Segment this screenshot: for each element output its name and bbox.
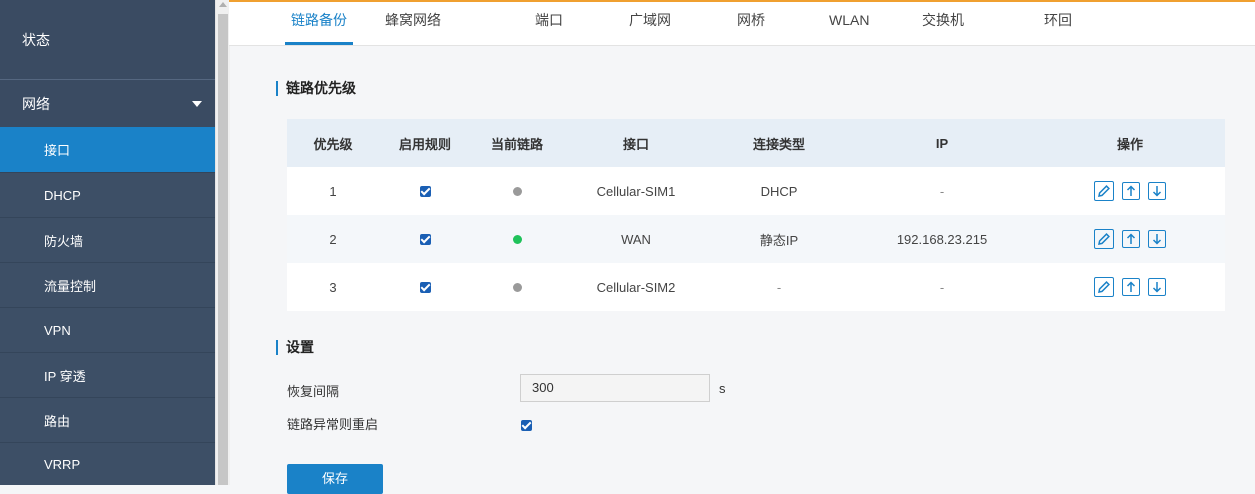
actions-cell [1035, 167, 1225, 215]
caret-down-icon [192, 100, 202, 107]
sidebar-item-label: IP 穿透 [44, 368, 86, 384]
sidebar-item-network[interactable]: 网络 [0, 80, 215, 127]
sidebar-item-label: 网络 [22, 95, 50, 112]
table-row: 3 Cellular-SIM2 - - [287, 263, 1225, 311]
sidebar: 状态 网络 接口 DHCP 防火墙 流量控制 VPN IP 穿透 路由 VRRP [0, 0, 215, 485]
priority-cell: 2 [329, 231, 337, 247]
enable-rule-cell [379, 263, 471, 311]
move-down-icon[interactable] [1148, 278, 1166, 296]
column-header-actions: 操作 [1116, 136, 1143, 152]
tab-bridge[interactable]: 网桥 [737, 2, 765, 45]
column-header-interface: 接口 [622, 136, 649, 152]
recovery-interval-input[interactable]: 300 [520, 374, 710, 402]
move-up-icon[interactable] [1122, 182, 1140, 200]
current-link-cell [471, 215, 563, 263]
interface-cell: WAN [621, 231, 651, 247]
priority-cell: 1 [329, 183, 337, 199]
link-status-dot-icon [512, 282, 522, 292]
tab-cellular[interactable]: 蜂窝网络 [385, 2, 441, 45]
actions-cell [1035, 215, 1225, 263]
ip-cell: - [939, 183, 945, 199]
column-header-ip: IP [935, 135, 949, 151]
table-row: 1 Cellular-SIM1 DHCP - [287, 167, 1225, 215]
move-down-icon[interactable] [1148, 182, 1166, 200]
link-status-dot-icon [512, 186, 522, 196]
tab-wan[interactable]: 广域网 [629, 2, 671, 45]
sidebar-item-routing[interactable]: 路由 [0, 397, 215, 442]
sidebar-item-dhcp[interactable]: DHCP [0, 172, 215, 217]
column-header-priority: 优先级 [313, 136, 353, 152]
sidebar-item-ip-passthrough[interactable]: IP 穿透 [0, 352, 215, 397]
column-header-enable-rule: 启用规则 [398, 136, 451, 152]
sidebar-item-label: 流量控制 [44, 278, 97, 294]
edit-icon[interactable] [1094, 229, 1114, 249]
table-header: 优先级 启用规则 当前链路 接口 连接类型 IP 操作 [287, 119, 1225, 167]
move-down-icon[interactable] [1148, 230, 1166, 248]
current-link-cell [471, 263, 563, 311]
scroll-up-arrow-icon[interactable] [219, 2, 227, 7]
enable-rule-checkbox[interactable] [419, 281, 431, 293]
sidebar-item-label: VPN [44, 322, 71, 338]
sidebar-item-label: 接口 [44, 143, 71, 158]
move-up-icon[interactable] [1122, 230, 1140, 248]
scrollbar-thumb[interactable] [218, 14, 228, 485]
link-status-dot-icon [512, 234, 522, 244]
tab-link-backup[interactable]: 链路备份 [285, 2, 353, 45]
link-priority-title: 链路优先级 [276, 81, 356, 96]
interface-cell: Cellular-SIM2 [596, 279, 676, 295]
sidebar-scrollbar[interactable] [215, 0, 230, 485]
actions-cell [1035, 263, 1225, 311]
sidebar-item-status[interactable]: 状态 [0, 0, 215, 79]
connection-type-cell: DHCP [760, 183, 798, 199]
edit-icon[interactable] [1094, 277, 1114, 297]
reboot-on-failure-checkbox[interactable] [521, 420, 532, 431]
connection-type-cell: 静态IP [759, 232, 799, 248]
table-row: 2 WAN 静态IP 192.168.23.215 [287, 215, 1225, 263]
column-header-current-link: 当前链路 [490, 136, 543, 152]
enable-rule-cell [379, 215, 471, 263]
enable-rule-cell [379, 167, 471, 215]
sidebar-item-label: 防火墙 [44, 233, 84, 249]
enable-rule-checkbox[interactable] [419, 233, 431, 245]
sidebar-item-vrrp[interactable]: VRRP [0, 442, 215, 485]
enable-rule-checkbox[interactable] [419, 185, 431, 197]
sidebar-item-interface[interactable]: 接口 [0, 127, 215, 172]
sidebar-item-label: 路由 [44, 413, 71, 429]
save-button[interactable]: 保存 [287, 464, 383, 494]
tab-loopback[interactable]: 环回 [1044, 2, 1072, 45]
sidebar-item-traffic-control[interactable]: 流量控制 [0, 262, 215, 307]
settings-title: 设置 [276, 340, 314, 355]
recovery-interval-unit: s [719, 381, 726, 396]
sidebar-item-firewall[interactable]: 防火墙 [0, 217, 215, 262]
reboot-on-failure-label: 链路异常则重启 [287, 417, 379, 432]
sidebar-item-label: 状态 [22, 31, 50, 48]
ip-cell: 192.168.23.215 [896, 231, 988, 247]
ip-cell: - [939, 279, 945, 295]
column-header-connection-type: 连接类型 [752, 136, 805, 152]
sidebar-item-label: VRRP [44, 456, 81, 472]
edit-icon[interactable] [1094, 181, 1114, 201]
tab-port[interactable]: 端口 [535, 2, 563, 45]
connection-type-cell: - [776, 279, 782, 295]
tab-bar: 链路备份 蜂窝网络 端口 广域网 网桥 WLAN 交换机 环回 [229, 2, 1255, 46]
sidebar-item-label: DHCP [44, 187, 81, 203]
recovery-interval-label: 恢复间隔 [287, 384, 340, 399]
current-link-cell [471, 167, 563, 215]
move-up-icon[interactable] [1122, 278, 1140, 296]
tab-wlan[interactable]: WLAN [829, 2, 869, 45]
tab-switch[interactable]: 交换机 [922, 2, 964, 45]
interface-cell: Cellular-SIM1 [596, 183, 676, 199]
priority-cell: 3 [329, 279, 337, 295]
sidebar-item-vpn[interactable]: VPN [0, 307, 215, 352]
